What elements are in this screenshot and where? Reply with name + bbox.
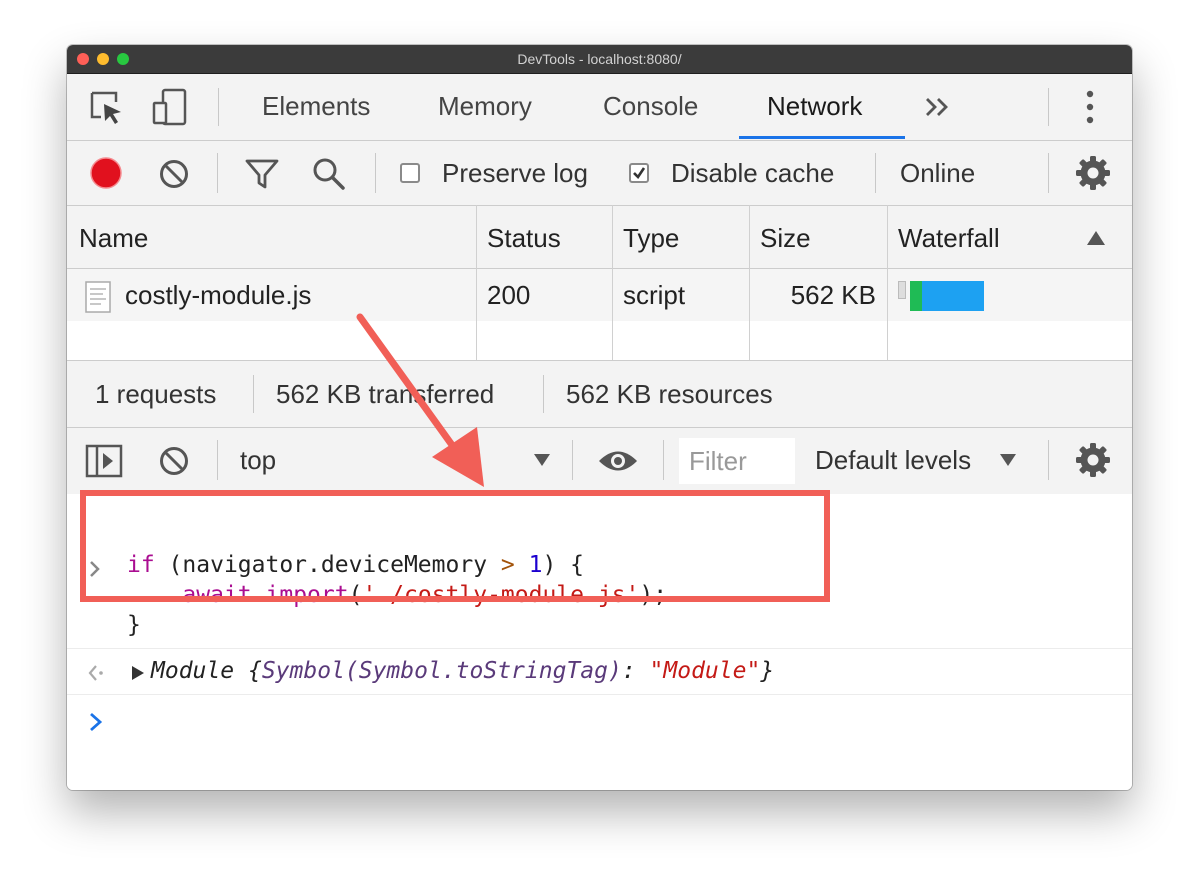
annotation-arrow-icon xyxy=(356,313,484,487)
